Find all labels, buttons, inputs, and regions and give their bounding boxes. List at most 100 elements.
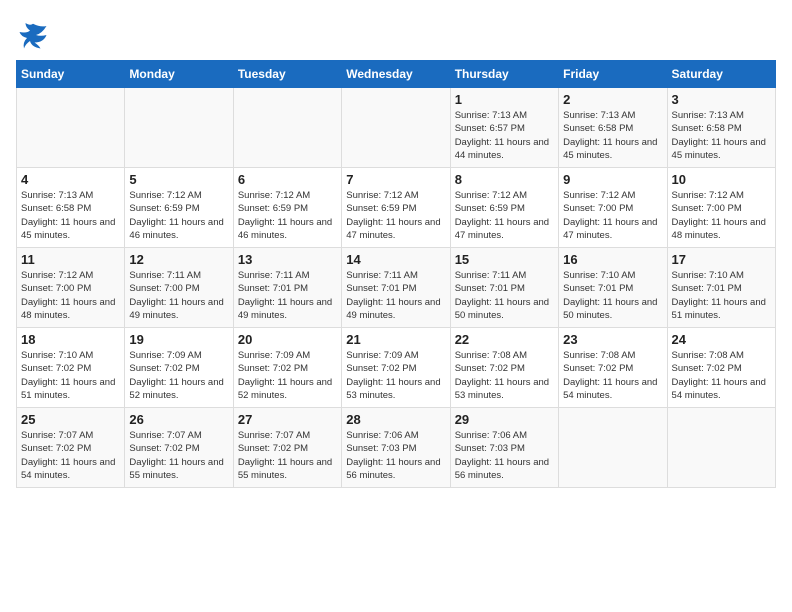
calendar-cell [559, 408, 667, 488]
header [16, 16, 776, 50]
day-number: 6 [238, 172, 337, 187]
day-number: 25 [21, 412, 120, 427]
calendar-cell: 6 Sunrise: 7:12 AMSunset: 6:59 PMDaylight… [233, 168, 341, 248]
calendar-cell: 22 Sunrise: 7:08 AMSunset: 7:02 PMDayligh… [450, 328, 558, 408]
header-day-wednesday: Wednesday [342, 61, 450, 88]
logo [16, 20, 48, 50]
day-info: Sunrise: 7:08 AMSunset: 7:02 PMDaylight:… [455, 349, 554, 402]
day-number: 13 [238, 252, 337, 267]
day-info: Sunrise: 7:11 AMSunset: 7:00 PMDaylight:… [129, 269, 228, 322]
day-number: 15 [455, 252, 554, 267]
calendar-cell: 19 Sunrise: 7:09 AMSunset: 7:02 PMDayligh… [125, 328, 233, 408]
calendar-cell: 24 Sunrise: 7:08 AMSunset: 7:02 PMDayligh… [667, 328, 775, 408]
day-info: Sunrise: 7:13 AMSunset: 6:57 PMDaylight:… [455, 109, 554, 162]
calendar-cell: 12 Sunrise: 7:11 AMSunset: 7:00 PMDayligh… [125, 248, 233, 328]
day-info: Sunrise: 7:12 AMSunset: 6:59 PMDaylight:… [455, 189, 554, 242]
day-number: 20 [238, 332, 337, 347]
calendar-cell: 23 Sunrise: 7:08 AMSunset: 7:02 PMDayligh… [559, 328, 667, 408]
day-number: 11 [21, 252, 120, 267]
calendar-cell: 11 Sunrise: 7:12 AMSunset: 7:00 PMDayligh… [17, 248, 125, 328]
day-number: 16 [563, 252, 662, 267]
day-info: Sunrise: 7:12 AMSunset: 7:00 PMDaylight:… [672, 189, 771, 242]
day-info: Sunrise: 7:12 AMSunset: 6:59 PMDaylight:… [238, 189, 337, 242]
day-number: 4 [21, 172, 120, 187]
day-number: 10 [672, 172, 771, 187]
day-info: Sunrise: 7:12 AMSunset: 7:00 PMDaylight:… [21, 269, 120, 322]
day-number: 5 [129, 172, 228, 187]
day-number: 18 [21, 332, 120, 347]
day-number: 21 [346, 332, 445, 347]
calendar-cell [233, 88, 341, 168]
day-info: Sunrise: 7:11 AMSunset: 7:01 PMDaylight:… [346, 269, 445, 322]
day-info: Sunrise: 7:06 AMSunset: 7:03 PMDaylight:… [455, 429, 554, 482]
day-number: 19 [129, 332, 228, 347]
header-day-thursday: Thursday [450, 61, 558, 88]
calendar-cell [667, 408, 775, 488]
day-number: 1 [455, 92, 554, 107]
calendar-cell: 2Sunrise: 7:13 AMSunset: 6:58 PMDaylight… [559, 88, 667, 168]
calendar-cell: 26 Sunrise: 7:07 AMSunset: 7:02 PMDayligh… [125, 408, 233, 488]
calendar-cell: 28 Sunrise: 7:06 AMSunset: 7:03 PMDayligh… [342, 408, 450, 488]
calendar-cell: 18 Sunrise: 7:10 AMSunset: 7:02 PMDayligh… [17, 328, 125, 408]
day-info: Sunrise: 7:12 AMSunset: 7:00 PMDaylight:… [563, 189, 662, 242]
calendar-week-row: 4 Sunrise: 7:13 AMSunset: 6:58 PMDaylight… [17, 168, 776, 248]
header-day-monday: Monday [125, 61, 233, 88]
day-info: Sunrise: 7:12 AMSunset: 6:59 PMDaylight:… [346, 189, 445, 242]
calendar-cell [125, 88, 233, 168]
day-number: 7 [346, 172, 445, 187]
calendar-cell: 14 Sunrise: 7:11 AMSunset: 7:01 PMDayligh… [342, 248, 450, 328]
day-number: 22 [455, 332, 554, 347]
calendar-cell: 5 Sunrise: 7:12 AMSunset: 6:59 PMDaylight… [125, 168, 233, 248]
day-info: Sunrise: 7:09 AMSunset: 7:02 PMDaylight:… [129, 349, 228, 402]
calendar-cell [17, 88, 125, 168]
day-number: 27 [238, 412, 337, 427]
day-info: Sunrise: 7:08 AMSunset: 7:02 PMDaylight:… [672, 349, 771, 402]
day-number: 8 [455, 172, 554, 187]
calendar-cell: 10 Sunrise: 7:12 AMSunset: 7:00 PMDayligh… [667, 168, 775, 248]
calendar-cell: 8 Sunrise: 7:12 AMSunset: 6:59 PMDaylight… [450, 168, 558, 248]
calendar-cell: 1 Sunrise: 7:13 AMSunset: 6:57 PMDaylight… [450, 88, 558, 168]
day-info: Sunrise: 7:07 AMSunset: 7:02 PMDaylight:… [129, 429, 228, 482]
day-info: Sunrise: 7:10 AMSunset: 7:02 PMDaylight:… [21, 349, 120, 402]
header-day-saturday: Saturday [667, 61, 775, 88]
calendar-cell: 4 Sunrise: 7:13 AMSunset: 6:58 PMDaylight… [17, 168, 125, 248]
calendar-cell [342, 88, 450, 168]
calendar-cell: 15Sunrise: 7:11 AMSunset: 7:01 PMDayligh… [450, 248, 558, 328]
day-info: Sunrise: 7:09 AMSunset: 7:02 PMDaylight:… [346, 349, 445, 402]
day-number: 2 [563, 92, 662, 107]
header-day-friday: Friday [559, 61, 667, 88]
day-number: 14 [346, 252, 445, 267]
day-number: 29 [455, 412, 554, 427]
day-info: Sunrise: 7:06 AMSunset: 7:03 PMDaylight:… [346, 429, 445, 482]
day-number: 17 [672, 252, 771, 267]
calendar-table: SundayMondayTuesdayWednesdayThursdayFrid… [16, 60, 776, 488]
day-number: 12 [129, 252, 228, 267]
header-day-sunday: Sunday [17, 61, 125, 88]
day-number: 26 [129, 412, 228, 427]
calendar-cell: 16Sunrise: 7:10 AMSunset: 7:01 PMDayligh… [559, 248, 667, 328]
calendar-cell: 27 Sunrise: 7:07 AMSunset: 7:02 PMDayligh… [233, 408, 341, 488]
calendar-week-row: 25 Sunrise: 7:07 AMSunset: 7:02 PMDayligh… [17, 408, 776, 488]
logo-bird-icon [18, 20, 48, 50]
day-info: Sunrise: 7:11 AMSunset: 7:01 PMDaylight:… [238, 269, 337, 322]
day-number: 23 [563, 332, 662, 347]
day-info: Sunrise: 7:08 AMSunset: 7:02 PMDaylight:… [563, 349, 662, 402]
day-number: 3 [672, 92, 771, 107]
calendar-cell: 7 Sunrise: 7:12 AMSunset: 6:59 PMDaylight… [342, 168, 450, 248]
calendar-cell: 9 Sunrise: 7:12 AMSunset: 7:00 PMDaylight… [559, 168, 667, 248]
calendar-cell: 21 Sunrise: 7:09 AMSunset: 7:02 PMDayligh… [342, 328, 450, 408]
header-day-tuesday: Tuesday [233, 61, 341, 88]
calendar-week-row: 1 Sunrise: 7:13 AMSunset: 6:57 PMDaylight… [17, 88, 776, 168]
calendar-cell: 20 Sunrise: 7:09 AMSunset: 7:02 PMDayligh… [233, 328, 341, 408]
day-info: Sunrise: 7:12 AMSunset: 6:59 PMDaylight:… [129, 189, 228, 242]
calendar-week-row: 11 Sunrise: 7:12 AMSunset: 7:00 PMDayligh… [17, 248, 776, 328]
calendar-cell: 13 Sunrise: 7:11 AMSunset: 7:01 PMDayligh… [233, 248, 341, 328]
day-number: 28 [346, 412, 445, 427]
day-info: Sunrise: 7:07 AMSunset: 7:02 PMDaylight:… [238, 429, 337, 482]
day-number: 9 [563, 172, 662, 187]
day-info: Sunrise: 7:09 AMSunset: 7:02 PMDaylight:… [238, 349, 337, 402]
day-info: Sunrise: 7:13 AMSunset: 6:58 PMDaylight:… [21, 189, 120, 242]
day-number: 24 [672, 332, 771, 347]
day-info: Sunrise: 7:07 AMSunset: 7:02 PMDaylight:… [21, 429, 120, 482]
calendar-cell: 29 Sunrise: 7:06 AMSunset: 7:03 PMDayligh… [450, 408, 558, 488]
